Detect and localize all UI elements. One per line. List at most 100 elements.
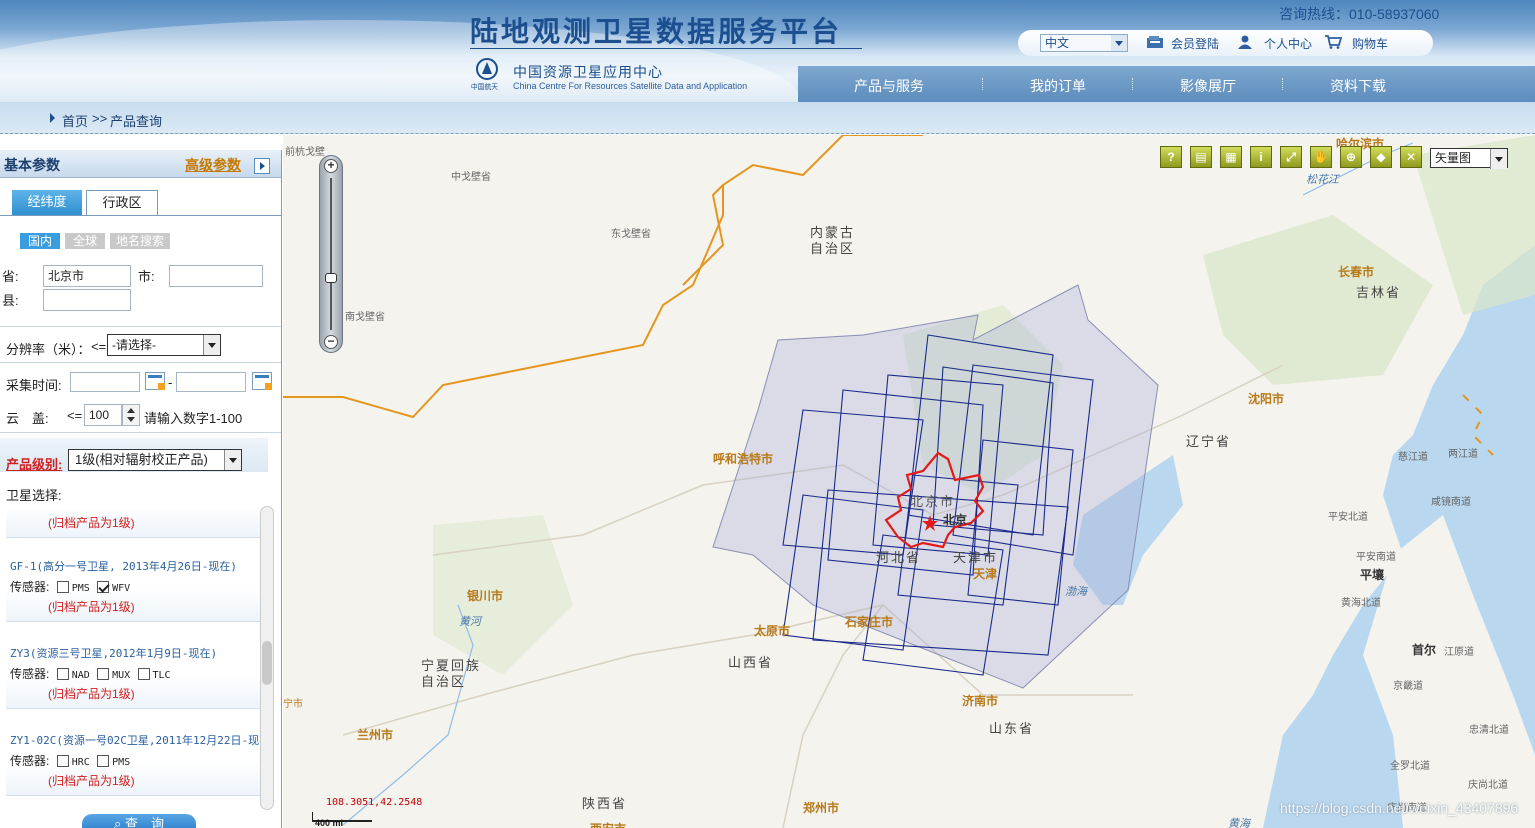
- map-label: 咸镜南道: [1431, 497, 1471, 508]
- title-underline: [470, 48, 862, 49]
- breadcrumb-separator: >>: [92, 111, 108, 126]
- county-input[interactable]: [43, 289, 131, 311]
- sensor-row: 传感器: HRC PMS: [10, 752, 130, 769]
- nav-orders[interactable]: 我的订单: [1030, 76, 1086, 96]
- satellite-list-scrollbar[interactable]: [260, 506, 274, 810]
- user-center-link[interactable]: 个人中心: [1264, 35, 1312, 52]
- map-label: 宁夏回族 自治区: [421, 658, 482, 689]
- map-label: 京畿道: [1393, 681, 1423, 692]
- site-title[interactable]: 陆地观测卫星数据服务平台: [470, 10, 842, 50]
- map-label: 太原市: [754, 624, 791, 638]
- sensor-checkbox-pms[interactable]: [97, 755, 110, 767]
- resolution-label: 分辨率（米）：: [6, 342, 91, 357]
- time-end-input[interactable]: [176, 372, 246, 392]
- map-label: 天津市: [953, 550, 999, 565]
- map-label: 全罗北道: [1390, 761, 1430, 772]
- province-input[interactable]: 北京市: [43, 265, 131, 287]
- calendar-icon[interactable]: [145, 372, 165, 390]
- cloud-stepper[interactable]: [122, 404, 140, 426]
- nav-products[interactable]: 产品与服务: [854, 76, 924, 96]
- map-label: 中戈壁省: [451, 172, 491, 183]
- zoom-out-button[interactable]: −: [324, 335, 338, 349]
- subtab-global[interactable]: 全球: [65, 233, 105, 249]
- query-button[interactable]: ⌕ 查 询: [82, 814, 196, 828]
- map-label: 西安市: [590, 820, 626, 828]
- cart-link[interactable]: 购物车: [1352, 35, 1388, 52]
- product-level-select[interactable]: 1级(相对辐射校正产品): [68, 449, 242, 471]
- nav-gallery[interactable]: 影像展厅: [1180, 76, 1236, 96]
- zoom-in-button[interactable]: +: [324, 159, 338, 173]
- sensor-name: PMS: [112, 757, 131, 768]
- logo-caption: 中国航天: [470, 82, 499, 91]
- zoom-track[interactable]: [330, 178, 332, 330]
- help-icon[interactable]: ?: [1160, 146, 1182, 168]
- sensor-checkbox-wfv[interactable]: [97, 581, 110, 593]
- pan-hand-icon[interactable]: ✋: [1310, 146, 1332, 168]
- map-label: 黄河: [459, 616, 481, 628]
- sensor-label: 传感器:: [10, 754, 50, 768]
- clear-icon[interactable]: ✕: [1400, 146, 1422, 168]
- map-label: 平安南道: [1356, 552, 1396, 563]
- resolution-value: -请选择-: [112, 338, 156, 352]
- sensor-row: 传感器: NAD MUX TLC: [10, 665, 171, 682]
- sensor-checkbox-pms[interactable]: [56, 581, 69, 593]
- sensor-name: TLC: [152, 670, 171, 681]
- time-label: 采集时间:: [6, 378, 62, 393]
- map-label: 慈江道: [1398, 452, 1428, 463]
- divider: [0, 362, 281, 363]
- map-type-select[interactable]: 矢量图: [1430, 148, 1508, 169]
- cart-icon: [1325, 35, 1342, 49]
- subtab-place-search[interactable]: 地名搜索: [110, 233, 170, 249]
- city-input[interactable]: [169, 265, 263, 287]
- road: [782, 604, 884, 828]
- nav-separator: [1132, 78, 1133, 90]
- satellite-item-zy3: ZY3(资源三号卫星,2012年1月9日-现在) 传感器: NAD MUX TL…: [6, 625, 260, 709]
- sensor-checkbox-mux[interactable]: [97, 668, 110, 680]
- calendar-icon[interactable]: [252, 372, 272, 390]
- language-select[interactable]: 中文: [1040, 34, 1128, 52]
- tab-coordinates[interactable]: 经纬度: [12, 190, 82, 216]
- locate-icon[interactable]: ⊕: [1340, 146, 1362, 168]
- resolution-op: <=: [91, 339, 107, 354]
- map-label: 黄海北道: [1341, 598, 1381, 609]
- ruler-icon[interactable]: ▤: [1190, 146, 1212, 168]
- archive-note: (归档产品为1级): [48, 774, 135, 788]
- cloud-input[interactable]: 100: [84, 404, 122, 426]
- resolution-select[interactable]: -请选择-: [107, 334, 221, 356]
- subtab-domestic[interactable]: 国内: [20, 233, 60, 249]
- rocket-emblem-icon: [476, 58, 498, 80]
- sensor-checkbox-hrc[interactable]: [56, 755, 69, 767]
- zoom-handle[interactable]: [325, 273, 337, 283]
- tab-admin-region[interactable]: 行政区: [86, 190, 158, 216]
- map-label: 前杭戈壁: [285, 147, 325, 158]
- sensor-name: MUX: [112, 670, 131, 681]
- satellite-list: (归档产品为1级) GF-1(高分一号卫星, 2013年4月26日-现在) 传感…: [6, 510, 260, 810]
- map-label: 两江道: [1448, 449, 1478, 460]
- login-link[interactable]: 会员登陆: [1171, 35, 1219, 52]
- sensor-checkbox-nad[interactable]: [56, 668, 69, 680]
- map-label: 呼和浩特市: [713, 452, 774, 466]
- breadcrumb-home[interactable]: 首页: [62, 111, 88, 130]
- zoom-slider[interactable]: + −: [319, 155, 343, 353]
- info-icon[interactable]: i: [1250, 146, 1272, 168]
- advanced-params-link[interactable]: 高级参数: [185, 155, 241, 175]
- expand-arrow-icon[interactable]: [254, 158, 270, 174]
- time-separator: -: [168, 375, 173, 390]
- map-label: 吉林省: [1356, 285, 1402, 300]
- time-start-input[interactable]: [70, 372, 140, 392]
- scroll-thumb[interactable]: [262, 641, 272, 685]
- satellite-name: GF-1(高分一号卫星, 2013年4月26日-现在): [10, 560, 237, 573]
- satellite-item: (归档产品为1级): [6, 510, 260, 538]
- sensor-name: PMS: [71, 583, 90, 594]
- map-label: 银川市: [467, 589, 504, 603]
- product-level-value: 1级(相对辐射校正产品): [75, 452, 208, 467]
- area-measure-icon[interactable]: ▦: [1220, 146, 1242, 168]
- draw-polygon-icon[interactable]: ◆: [1370, 146, 1392, 168]
- satellite-item-gf1: GF-1(高分一号卫星, 2013年4月26日-现在) 传感器: PMS WFV…: [6, 538, 260, 622]
- nav-downloads[interactable]: 资料下载: [1330, 76, 1386, 96]
- map-type-value: 矢量图: [1435, 151, 1472, 165]
- map-view[interactable]: 前杭戈壁 中戈壁省 东戈壁省 南戈壁省 内蒙古 自治区 哈尔滨市 松花江 长春市…: [283, 135, 1535, 828]
- map-label: 庆尚北道: [1468, 780, 1508, 791]
- sensor-checkbox-tlc[interactable]: [137, 668, 150, 680]
- full-extent-icon[interactable]: ⤢: [1280, 146, 1302, 168]
